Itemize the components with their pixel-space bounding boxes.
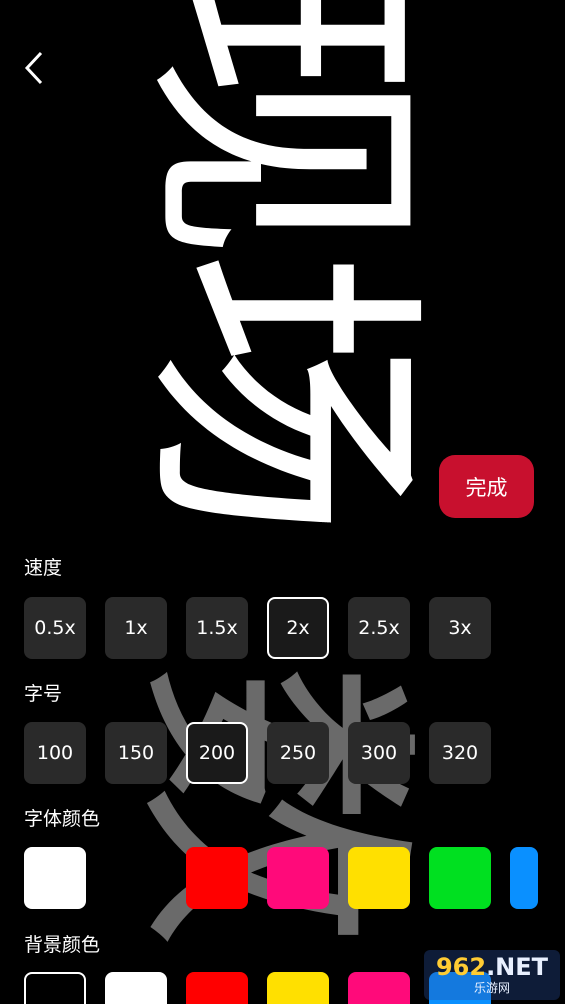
font-color-swatch-green[interactable]	[429, 847, 491, 909]
font-size-option[interactable]: 320	[429, 722, 491, 784]
marquee-text: 现场	[112, 0, 449, 530]
font-color-label: 字体颜色	[24, 808, 101, 830]
font-color-swatch-pink[interactable]	[267, 847, 329, 909]
done-button[interactable]: 完成	[439, 455, 534, 518]
bg-color-swatch-black[interactable]	[24, 972, 86, 1004]
font-size-option[interactable]: 150	[105, 722, 167, 784]
speed-option[interactable]: 1x	[105, 597, 167, 659]
font-size-option-selected[interactable]: 200	[186, 722, 248, 784]
font-size-options: 100 150 200 250 300 320	[24, 722, 491, 784]
font-color-swatch-white[interactable]	[24, 847, 86, 909]
font-color-swatch-yellow[interactable]	[348, 847, 410, 909]
watermark-subtitle: 乐游网	[473, 980, 510, 995]
watermark-logo: 962.NET 乐游网	[424, 950, 560, 1000]
back-button[interactable]	[14, 48, 54, 88]
bg-color-swatch-red[interactable]	[186, 972, 248, 1004]
speed-option[interactable]: 0.5x	[24, 597, 86, 659]
font-color-swatch-black[interactable]	[105, 847, 167, 909]
bg-color-swatch-pink[interactable]	[348, 972, 410, 1004]
bg-color-swatch-white[interactable]	[105, 972, 167, 1004]
speed-option[interactable]: 3x	[429, 597, 491, 659]
font-size-label: 字号	[24, 683, 63, 705]
font-color-swatches	[24, 847, 538, 909]
font-size-option[interactable]: 300	[348, 722, 410, 784]
watermark-suffix: .NET	[486, 952, 549, 981]
chevron-left-icon	[24, 51, 43, 85]
speed-option-selected[interactable]: 2x	[267, 597, 329, 659]
bg-color-swatches	[24, 972, 491, 1004]
font-color-swatch-red[interactable]	[186, 847, 248, 909]
bg-color-swatch-yellow[interactable]	[267, 972, 329, 1004]
speed-label: 速度	[24, 557, 63, 579]
speed-options: 0.5x 1x 1.5x 2x 2.5x 3x	[24, 597, 491, 659]
speed-option[interactable]: 1.5x	[186, 597, 248, 659]
watermark-number: 962	[435, 952, 487, 981]
bg-color-label: 背景颜色	[24, 934, 101, 956]
font-size-option[interactable]: 100	[24, 722, 86, 784]
speed-option[interactable]: 2.5x	[348, 597, 410, 659]
font-size-option[interactable]: 250	[267, 722, 329, 784]
font-color-swatch-blue[interactable]	[510, 847, 538, 909]
